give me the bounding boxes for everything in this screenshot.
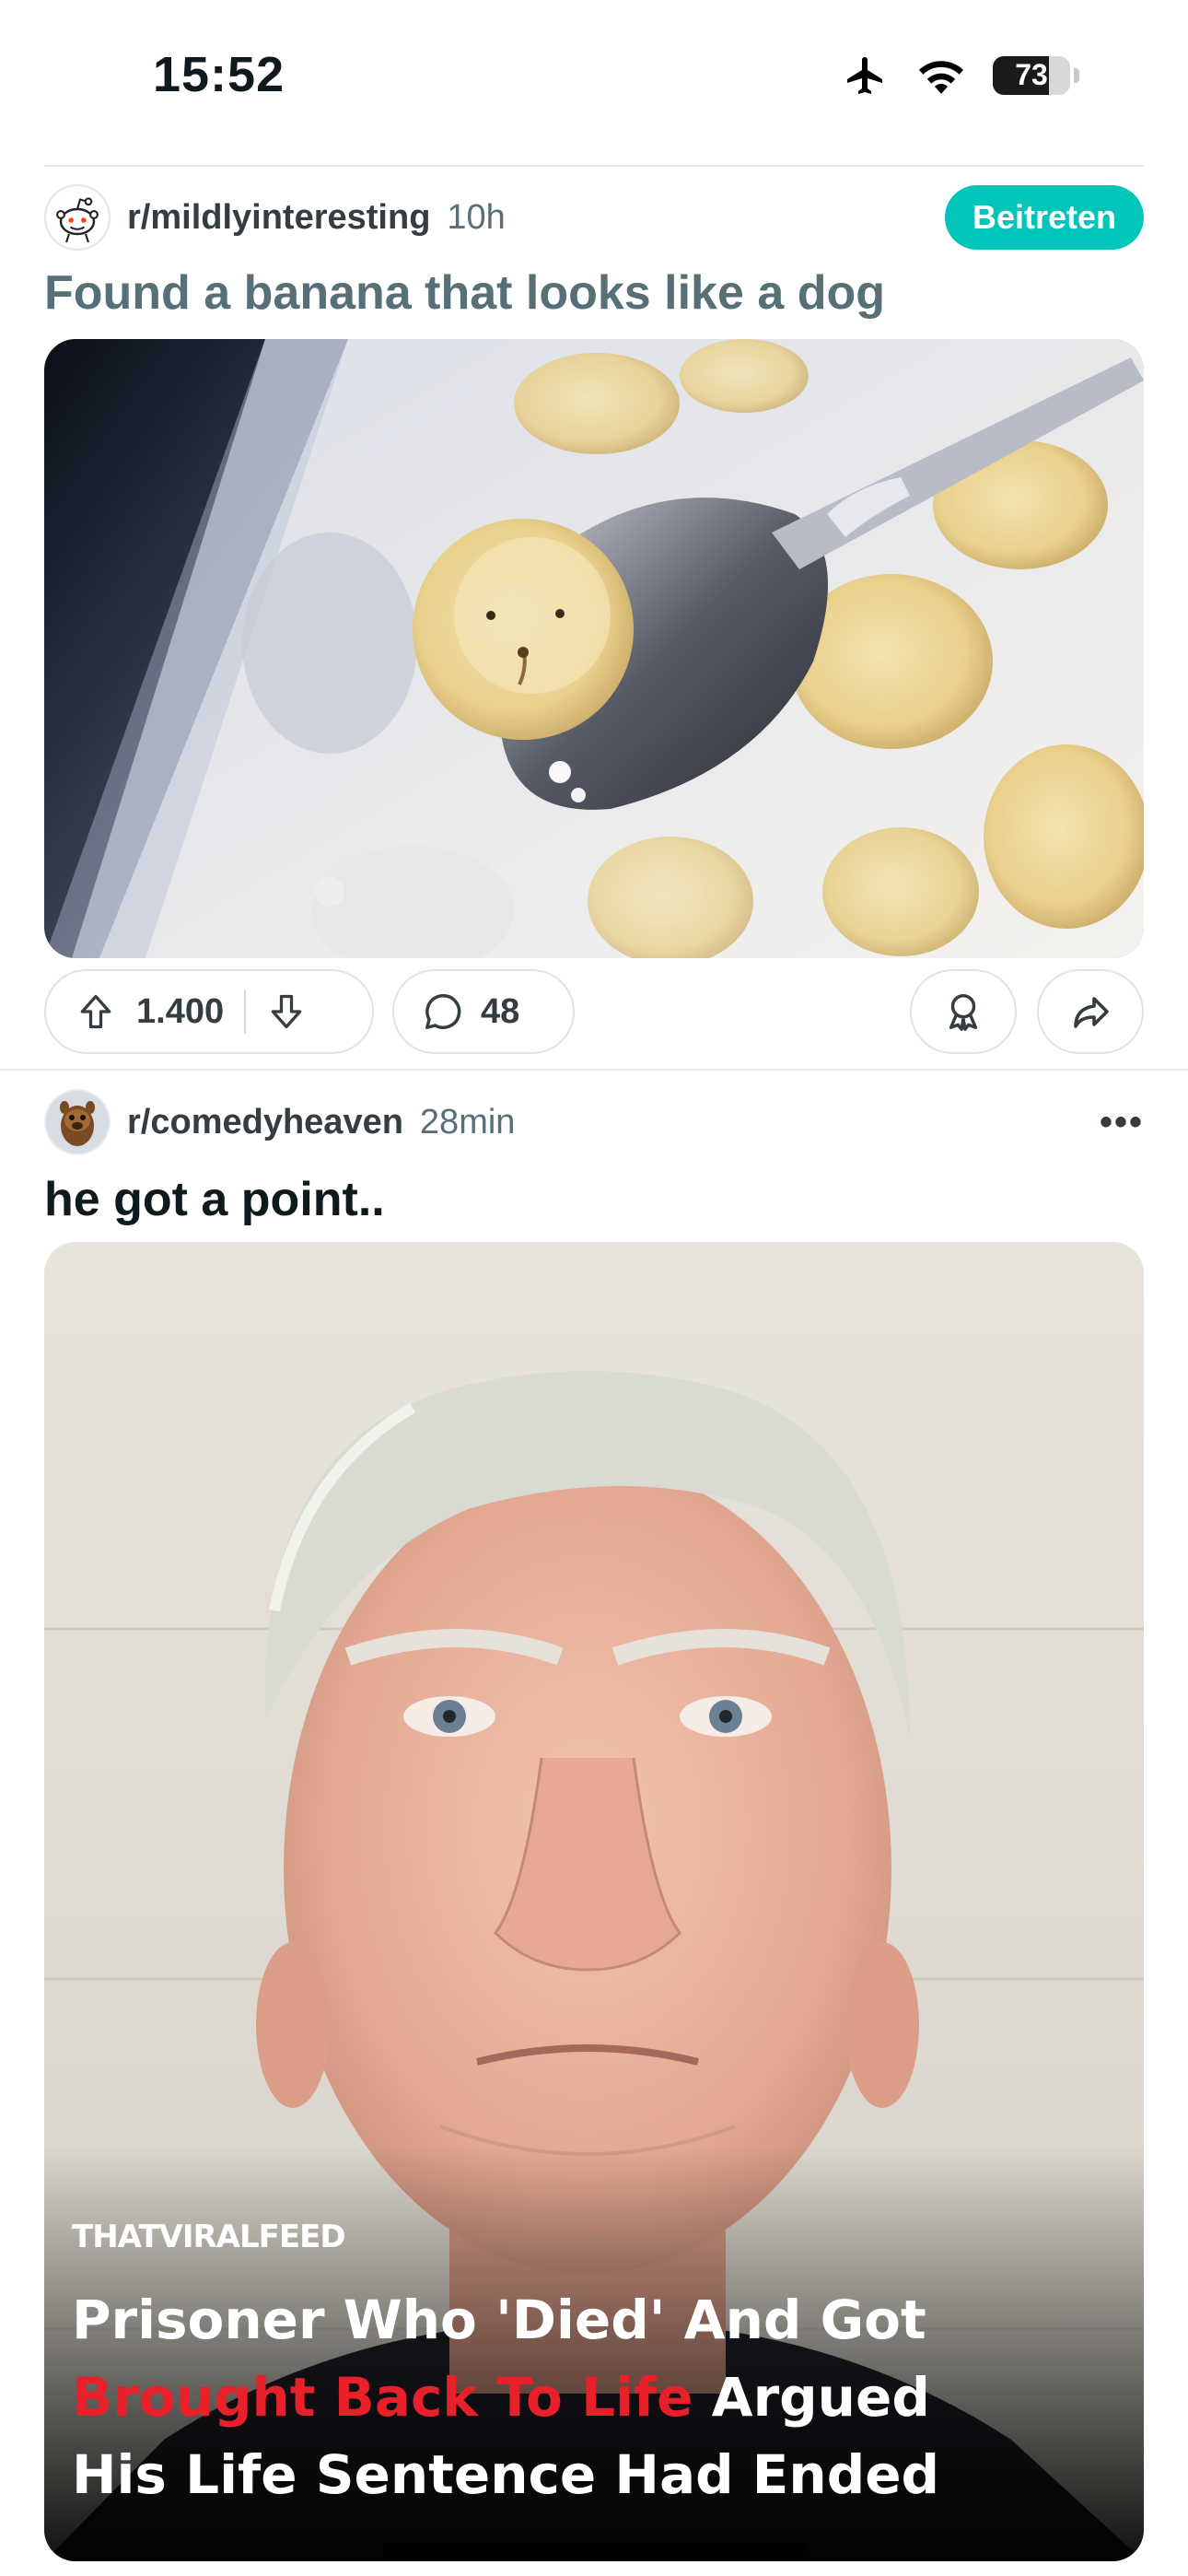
- join-button[interactable]: Beitreten: [944, 185, 1144, 250]
- status-icons: 73: [842, 53, 1079, 98]
- banana-photo: [44, 339, 1144, 958]
- subreddit-avatar[interactable]: [44, 184, 111, 251]
- post-divider: [0, 1069, 1188, 1071]
- image-headline: Prisoner Who 'Died' And Got Brought Back…: [72, 2281, 1125, 2513]
- image-source-label: THATVIRALFEED: [72, 2219, 346, 2255]
- post-age: 28min: [419, 1102, 516, 1142]
- vote-bar: 1.400: [44, 969, 374, 1054]
- comment-count: 48: [481, 991, 520, 1031]
- snoo-icon: [56, 197, 99, 243]
- comments-button[interactable]: 48: [392, 969, 575, 1054]
- post-image-prisoner[interactable]: THATVIRALFEED Prisoner Who 'Died' And Go…: [44, 1242, 1144, 2561]
- downvote-icon[interactable]: [266, 991, 307, 1032]
- battery-cap: [1074, 68, 1079, 83]
- headline-line-2-rest: Argued: [693, 2366, 930, 2429]
- divider: [44, 165, 1144, 167]
- wifi-icon: [918, 61, 964, 94]
- share-button[interactable]: [1037, 969, 1144, 1054]
- subreddit-avatar-image: [44, 1089, 111, 1155]
- share-icon: [1074, 997, 1109, 1028]
- status-bar: 15:52 73: [0, 0, 1188, 161]
- headline-line-3: His Life Sentence Had Ended: [72, 2443, 940, 2506]
- award-button[interactable]: [910, 969, 1017, 1054]
- subreddit-name[interactable]: r/mildlyinteresting: [127, 198, 430, 238]
- post-age: 10h: [447, 197, 506, 237]
- comment-icon: [425, 994, 461, 1029]
- post-header: r/comedyheaven 28min •••: [44, 1087, 1144, 1157]
- status-time: 15:52: [153, 47, 285, 102]
- headline-line-2: Brought Back To Life Argued: [72, 2359, 1125, 2436]
- subreddit-avatar[interactable]: [44, 1089, 111, 1155]
- vote-separator: [244, 989, 247, 1034]
- home-indicator[interactable]: [382, 2543, 806, 2556]
- post-header: r/mildlyinteresting 10h Beitreten: [44, 182, 1144, 252]
- vote-count: 1.400: [136, 991, 225, 1031]
- battery-icon: 73: [993, 56, 1070, 95]
- subreddit-name[interactable]: r/comedyheaven: [127, 1103, 403, 1142]
- post-title[interactable]: he got a point..: [44, 1172, 385, 1227]
- battery-level: 73: [1015, 58, 1048, 91]
- more-options-icon[interactable]: •••: [1100, 1102, 1144, 1143]
- headline-line-1: Prisoner Who 'Died' And Got: [72, 2289, 926, 2351]
- post-actions: 1.400 48: [44, 967, 1144, 1056]
- award-icon: [949, 994, 978, 1031]
- upvote-icon[interactable]: [76, 991, 116, 1032]
- airplane-icon: [847, 57, 882, 94]
- headline-highlight: Brought Back To Life: [72, 2366, 693, 2429]
- post-image-banana[interactable]: [44, 339, 1144, 958]
- post-title[interactable]: Found a banana that looks like a dog: [44, 265, 885, 321]
